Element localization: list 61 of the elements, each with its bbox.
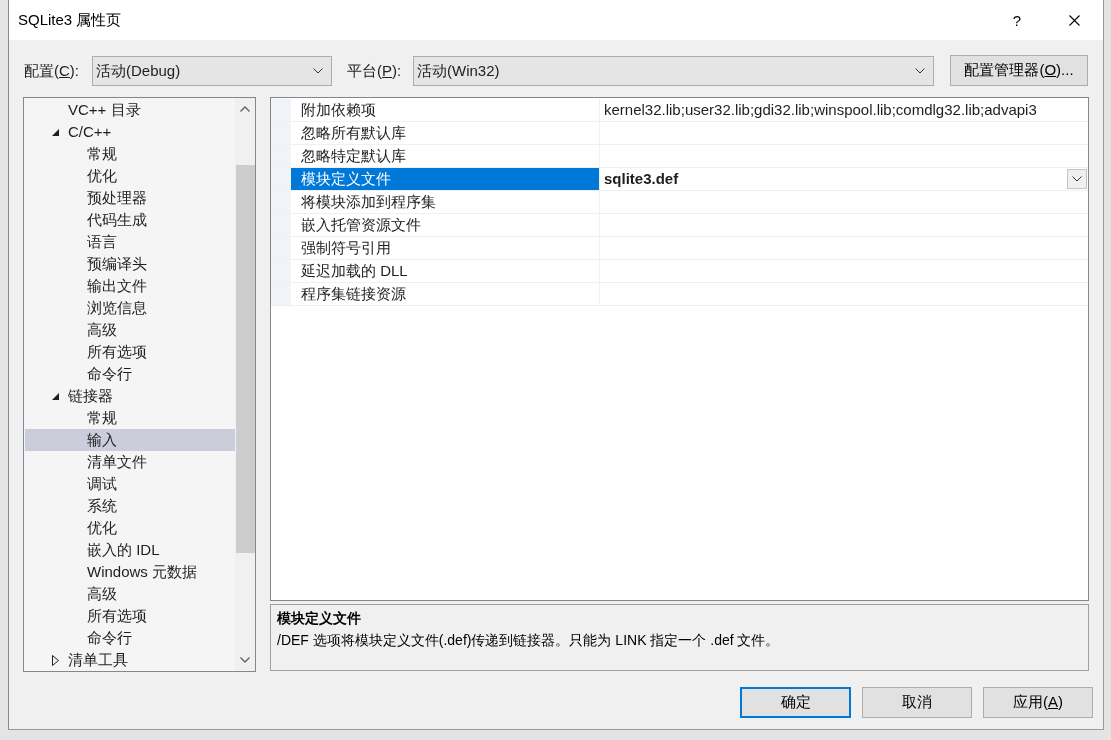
help-button[interactable]: ? [994, 0, 1040, 40]
platform-dropdown[interactable]: 活动(Win32) [413, 56, 934, 86]
tree-item[interactable]: 链接器 [25, 385, 235, 407]
dialog-button[interactable]: 取消 [862, 687, 972, 718]
dropdown-button[interactable] [1067, 169, 1087, 189]
scrollbar[interactable] [235, 98, 255, 671]
tree-item[interactable]: 高级 [25, 583, 235, 605]
expanded-triangle-icon[interactable] [52, 128, 59, 136]
tree-item[interactable]: 优化 [25, 165, 235, 187]
chevron-down-icon [313, 68, 323, 74]
configuration-dropdown[interactable]: 活动(Debug) [92, 56, 332, 86]
scroll-up-icon[interactable] [240, 106, 250, 112]
tree-item[interactable]: 系统 [25, 495, 235, 517]
tree-item[interactable]: 清单工具 [25, 649, 235, 671]
tree-item[interactable]: 预编译头 [25, 253, 235, 275]
property-name[interactable]: 忽略特定默认库 [291, 145, 600, 167]
tree-item[interactable]: Windows 元数据 [25, 561, 235, 583]
property-name[interactable]: 附加依赖项 [291, 99, 600, 121]
dialog-button[interactable]: 确定 [740, 687, 851, 718]
property-name[interactable]: 强制符号引用 [291, 237, 600, 259]
configuration-label: 配置(C): [24, 61, 80, 81]
tree-item[interactable]: 常规 [25, 407, 235, 429]
scroll-thumb[interactable] [235, 165, 255, 553]
tree-item[interactable]: 高级 [25, 319, 235, 341]
description-title: 模块定义文件 [277, 609, 362, 628]
tree-item[interactable]: 语言 [25, 231, 235, 253]
property-value[interactable]: sqlite3.def [604, 168, 679, 190]
collapsed-triangle-icon[interactable] [52, 654, 59, 666]
tree-item[interactable]: 浏览信息 [25, 297, 235, 319]
property-name[interactable]: 嵌入托管资源文件 [291, 214, 600, 236]
tree-item[interactable]: 清单文件 [25, 451, 235, 473]
tree-item[interactable]: 命令行 [25, 363, 235, 385]
tree-item[interactable]: 所有选项 [25, 605, 235, 627]
scroll-down-icon[interactable] [240, 657, 250, 663]
property-name[interactable]: 模块定义文件 [291, 168, 600, 190]
chevron-down-icon [915, 68, 925, 74]
window-title: SQLite3 属性页 [18, 10, 122, 30]
chevron-down-icon [1072, 176, 1082, 182]
tree-item[interactable]: 优化 [25, 517, 235, 539]
platform-label: 平台(P): [347, 61, 403, 81]
tree-item[interactable]: 命令行 [25, 627, 235, 649]
property-name[interactable]: 程序集链接资源 [291, 283, 600, 305]
property-name[interactable]: 忽略所有默认库 [291, 122, 600, 144]
tree-item[interactable]: C/C++ [25, 121, 235, 143]
configuration-manager-button[interactable]: 配置管理器(O)... [950, 55, 1088, 86]
tree-item[interactable]: 输入 [25, 429, 235, 451]
tree-item[interactable]: 调试 [25, 473, 235, 495]
tree-item[interactable]: 输出文件 [25, 275, 235, 297]
property-value[interactable]: kernel32.lib;user32.lib;gdi32.lib;winspool.lib;comdlg32.lib;advapi3 [604, 99, 1037, 121]
description-text: /DEF 选项将模块定义文件(.def)传递到链接器。只能为 LINK 指定一个 .def 文件。 [277, 631, 781, 650]
tree-item[interactable]: 所有选项 [25, 341, 235, 363]
tree-item[interactable]: VC++ 目录 [25, 99, 235, 121]
close-icon [1068, 14, 1080, 26]
property-name[interactable]: 延迟加载的 DLL [291, 260, 600, 282]
tree-item[interactable]: 代码生成 [25, 209, 235, 231]
tree-item[interactable]: 嵌入的 IDL [25, 539, 235, 561]
expanded-triangle-icon[interactable] [52, 392, 59, 400]
property-name[interactable]: 将模块添加到程序集 [291, 191, 600, 213]
tree-item[interactable]: 预处理器 [25, 187, 235, 209]
dialog-button[interactable]: 应用(A) [983, 687, 1093, 718]
tree-item[interactable]: 常规 [25, 143, 235, 165]
